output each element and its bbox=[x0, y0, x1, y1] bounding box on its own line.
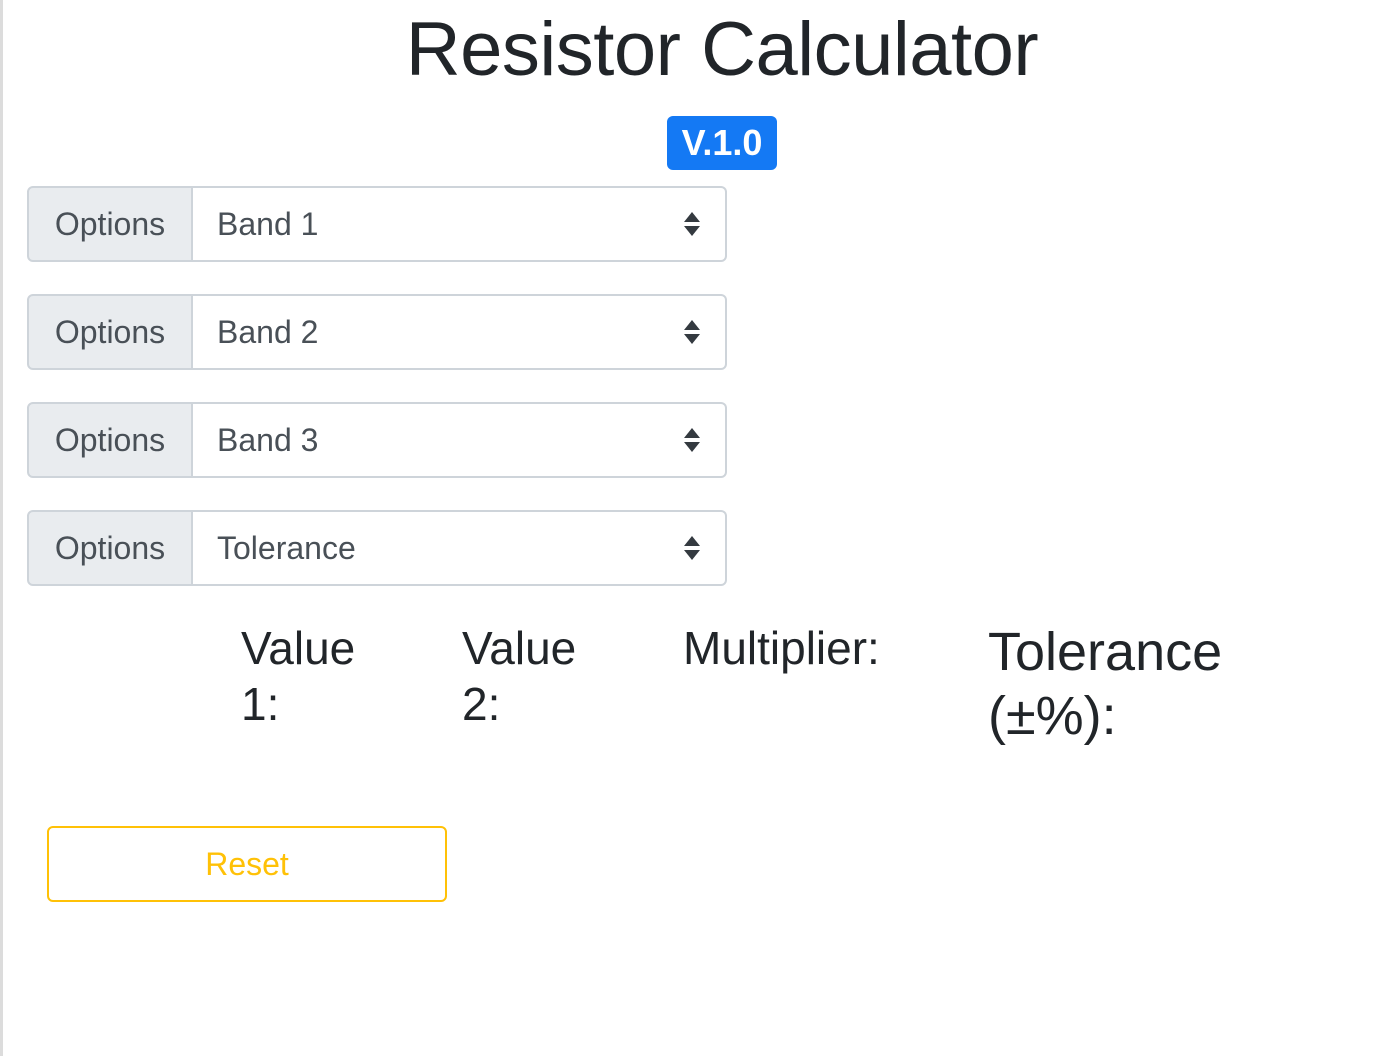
page-title: Resistor Calculator bbox=[405, 7, 1039, 92]
sort-arrows-icon bbox=[683, 212, 701, 238]
tolerance-options-label: Options bbox=[27, 510, 193, 586]
band-2-selected-value: Band 2 bbox=[217, 314, 319, 350]
tolerance-selected-value: Tolerance bbox=[217, 530, 356, 566]
sort-arrows-icon bbox=[683, 536, 701, 562]
calculator-page: Resistor Calculator V.1.0 Options Band 1… bbox=[0, 0, 1398, 1056]
value-2-label: Value 2: bbox=[462, 622, 577, 730]
sort-arrows-icon bbox=[683, 320, 701, 346]
band-1-input-group: Options Band 1 bbox=[27, 186, 727, 262]
band-3-selected-value: Band 3 bbox=[217, 422, 319, 458]
multiplier-label: Multiplier: bbox=[683, 622, 880, 674]
tolerance-result-label: Tolerance (±%): bbox=[988, 622, 1223, 746]
version-badge: V.1.0 bbox=[667, 116, 777, 170]
band-1-options-label: Options bbox=[27, 186, 193, 262]
band-3-select[interactable]: Band 3 bbox=[193, 402, 727, 478]
sort-arrows-icon bbox=[683, 428, 701, 454]
band-2-options-label: Options bbox=[27, 294, 193, 370]
tolerance-select[interactable]: Tolerance bbox=[193, 510, 727, 586]
band-1-selected-value: Band 1 bbox=[217, 206, 319, 242]
band-2-input-group: Options Band 2 bbox=[27, 294, 727, 370]
reset-button[interactable]: Reset bbox=[47, 826, 447, 902]
band-1-select[interactable]: Band 1 bbox=[193, 186, 727, 262]
band-3-input-group: Options Band 3 bbox=[27, 402, 727, 478]
band-2-select[interactable]: Band 2 bbox=[193, 294, 727, 370]
tolerance-input-group: Options Tolerance bbox=[27, 510, 727, 586]
band-3-options-label: Options bbox=[27, 402, 193, 478]
value-1-label: Value 1: bbox=[241, 622, 356, 730]
